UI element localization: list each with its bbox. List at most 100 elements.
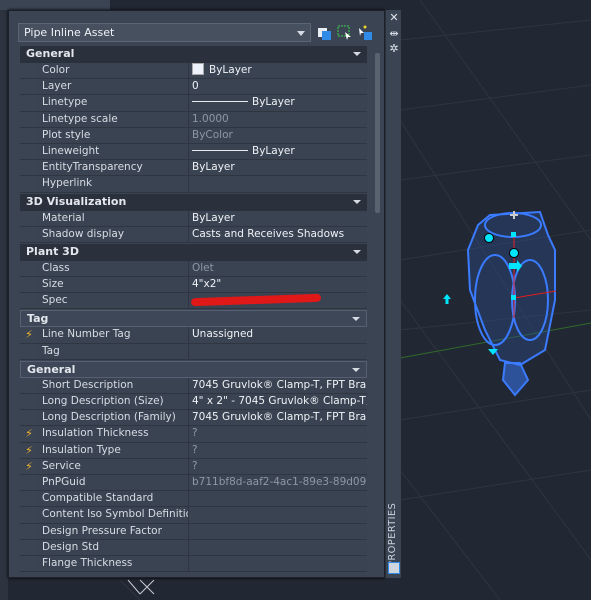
auto-hide-icon[interactable]: ⇹ — [388, 28, 400, 40]
property-row[interactable]: Spec — [20, 293, 367, 310]
property-value[interactable]: b711bf8d-aaf2-4ac1-89e3-89d09b02... — [189, 474, 367, 491]
property-label: Material — [38, 210, 189, 226]
property-value[interactable]: Olet — [189, 260, 367, 277]
collapse-icon[interactable] — [353, 52, 361, 56]
property-value-text: ByLayer — [192, 161, 235, 174]
property-row[interactable]: Material ByLayer — [20, 210, 367, 227]
property-value-text: Casts and Receives Shadows — [192, 227, 345, 240]
property-row[interactable]: EntityTransparency ByLayer — [20, 160, 367, 177]
property-value[interactable]: ByLayer — [189, 63, 367, 79]
section-title: Tag — [27, 312, 49, 326]
row-gutter — [20, 293, 38, 309]
vertical-scrollbar[interactable] — [375, 45, 380, 575]
property-row[interactable]: ⚡ Service? — [20, 458, 367, 475]
property-value[interactable]: ByLayer — [189, 210, 367, 226]
property-row[interactable]: Long Description (Family) 7045 Gruvlok® C… — [20, 410, 367, 427]
property-row[interactable]: Long Description (Size) 4" x 2" - 7045 Gr… — [20, 394, 367, 411]
property-value-text: ByLayer — [252, 144, 295, 157]
property-row[interactable]: ⚡ Insulation Type? — [20, 442, 367, 459]
property-row[interactable]: Flange Thickness — [20, 555, 367, 573]
property-value[interactable]: ? — [189, 426, 367, 442]
property-row[interactable]: PnPGuidb711bf8d-aaf2-4ac1-89e3-89d09b02.… — [20, 474, 367, 492]
property-label: Flange Thickness — [38, 555, 189, 572]
properties-palette: Pipe Inline Asset General Color ByLayer Lay… — [8, 10, 385, 578]
property-value[interactable]: 1.0000 — [189, 111, 367, 127]
property-value[interactable]: ByColor — [189, 127, 367, 143]
property-value-text: 7045 Gruvlok® Clamp-T, FPT Branch — [192, 378, 367, 391]
property-value[interactable]: ? — [189, 442, 367, 458]
property-row[interactable]: Tag — [20, 343, 367, 360]
property-row[interactable]: ⚡ Line Number Tag Unassigned — [20, 327, 367, 344]
toggle-pickadd-button[interactable] — [316, 24, 333, 41]
gear-icon[interactable]: ✲ — [388, 43, 400, 55]
property-row[interactable]: Class Olet — [20, 260, 367, 278]
pipe-fitting-model — [466, 210, 556, 397]
property-value[interactable]: ? — [189, 458, 367, 474]
property-row[interactable]: Linetype ByLayer — [20, 95, 367, 112]
property-value[interactable]: 7045 Gruvlok® Clamp-T, FPT Branch — [189, 410, 367, 426]
property-row[interactable]: Hyperlink — [20, 176, 367, 193]
property-row[interactable]: Short Description 7045 Gruvlok® Clamp-T, … — [20, 377, 367, 394]
property-value[interactable] — [189, 293, 367, 309]
property-value-text: ? — [192, 443, 198, 456]
row-gutter — [20, 474, 38, 491]
property-row[interactable]: Content Iso Symbol Definition — [20, 507, 367, 524]
property-value[interactable]: ByLayer — [189, 95, 367, 111]
section-header[interactable]: General — [20, 46, 367, 63]
property-value[interactable] — [189, 523, 367, 539]
property-value[interactable] — [189, 176, 367, 192]
property-label: Compatible Standard — [38, 491, 189, 507]
property-row[interactable]: Shadow display Casts and Receives Shadows — [20, 226, 367, 243]
property-row[interactable]: Design Pressure Factor — [20, 523, 367, 540]
chevron-down-icon — [297, 31, 305, 36]
property-row[interactable]: Design Std — [20, 539, 367, 556]
property-value[interactable] — [189, 555, 367, 572]
property-value[interactable] — [189, 343, 367, 359]
scrollbar-thumb[interactable] — [375, 53, 380, 213]
property-value[interactable] — [189, 491, 367, 507]
top-toolbar — [0, 0, 110, 10]
color-swatch — [192, 63, 204, 75]
property-label: PnPGuid — [38, 474, 189, 491]
property-row[interactable]: Color ByLayer — [20, 63, 367, 80]
property-value[interactable]: 0 — [189, 79, 367, 95]
section-title: 3D Visualization — [26, 194, 127, 208]
row-gutter — [20, 176, 38, 192]
row-gutter — [20, 523, 38, 539]
property-row[interactable]: Layer 0 — [20, 79, 367, 96]
section-header[interactable]: Tag — [20, 310, 367, 328]
row-gutter — [20, 343, 38, 359]
property-value[interactable] — [189, 507, 367, 523]
property-label: Short Description — [38, 377, 189, 393]
property-value[interactable]: Casts and Receives Shadows — [189, 226, 367, 242]
property-value[interactable]: 7045 Gruvlok® Clamp-T, FPT Branch — [189, 377, 367, 393]
section-header[interactable]: Plant 3D — [20, 243, 367, 261]
property-row[interactable]: ⚡ Insulation Thickness? — [20, 426, 367, 443]
object-type-value: Pipe Inline Asset — [24, 26, 115, 39]
property-row[interactable]: Plot style ByColor — [20, 127, 367, 144]
property-value[interactable]: ByLayer — [189, 143, 367, 160]
property-row[interactable]: Compatible Standard — [20, 491, 367, 508]
property-value[interactable]: 4"x2" — [189, 277, 367, 293]
section-header[interactable]: General — [20, 360, 367, 378]
quick-select-button[interactable] — [356, 24, 373, 41]
property-value[interactable]: Unassigned — [189, 327, 367, 343]
property-row[interactable]: Linetype scale 1.0000 — [20, 111, 367, 128]
collapse-icon[interactable] — [352, 367, 360, 372]
properties-icon[interactable] — [388, 562, 400, 574]
collapse-icon[interactable] — [353, 249, 361, 254]
property-label: Long Description (Size) — [38, 394, 189, 410]
property-value[interactable]: ByLayer — [189, 160, 367, 176]
collapse-icon[interactable] — [353, 199, 361, 204]
property-row[interactable]: Size 4"x2" — [20, 277, 367, 294]
select-objects-button[interactable] — [336, 24, 353, 41]
collapse-icon[interactable] — [352, 317, 360, 322]
section-header[interactable]: 3D Visualization — [20, 193, 367, 211]
property-value[interactable]: 4" x 2" - 7045 Gruvlok® Clamp-T, FP... — [189, 394, 367, 410]
property-label: Shadow display — [38, 226, 189, 242]
close-icon[interactable]: ✕ — [388, 12, 400, 24]
property-value[interactable] — [189, 539, 367, 555]
property-value-text: 4"x2" — [192, 278, 222, 291]
object-type-dropdown[interactable]: Pipe Inline Asset — [18, 23, 311, 42]
property-row[interactable]: Lineweight ByLayer — [20, 143, 367, 161]
